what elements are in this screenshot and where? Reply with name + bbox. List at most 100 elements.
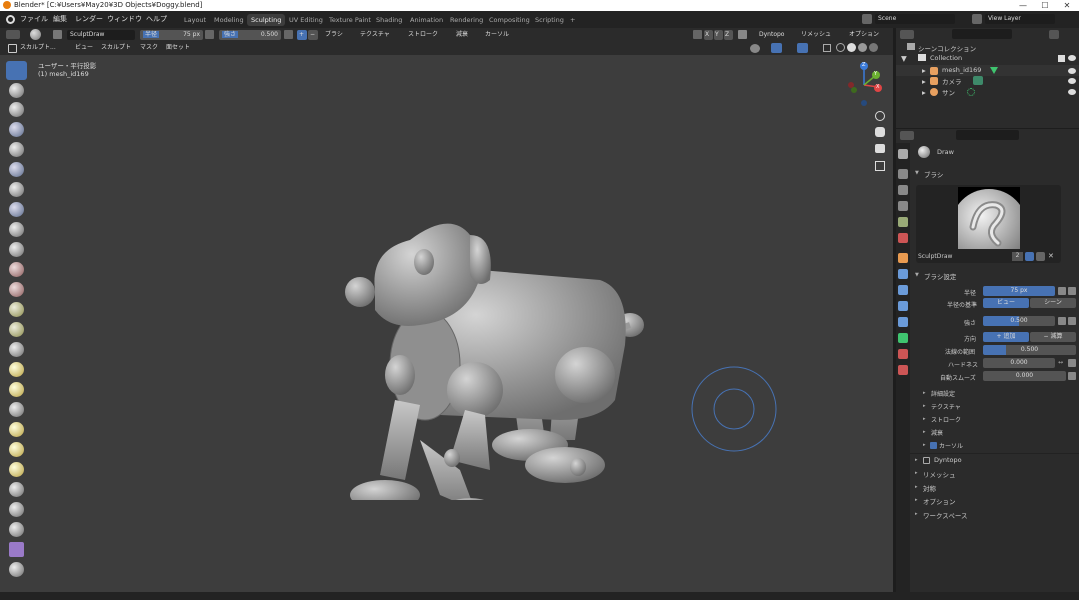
radius-unit-view-button[interactable]: ビュー <box>983 298 1029 308</box>
collection-checkbox[interactable] <box>1058 55 1065 62</box>
data-tab-icon[interactable] <box>898 333 908 343</box>
menu-window[interactable]: ウィンドウ <box>107 14 142 24</box>
camera-view-icon[interactable] <box>875 144 885 153</box>
dyntopo-menu[interactable]: Dyntopo <box>756 30 787 40</box>
menu-file[interactable]: ファイル <box>20 14 48 24</box>
dyntopo-toggle[interactable]: ▸ <box>915 457 918 463</box>
workspace-toggle[interactable]: ▸ <box>915 511 918 517</box>
object-name-camera[interactable]: カメラ <box>942 76 962 86</box>
cursor-toggle[interactable]: ▸ <box>923 442 926 448</box>
strength-pressure-toggle-icon[interactable] <box>1058 317 1066 325</box>
texture-tab-icon[interactable] <box>898 365 908 375</box>
stroke-section[interactable]: ストローク <box>931 415 961 424</box>
minimize-button[interactable]: — <box>1013 0 1033 11</box>
fill-tool-icon[interactable] <box>9 242 24 257</box>
texture-section[interactable]: テクスチャ <box>931 402 961 411</box>
snake-hook-tool-icon[interactable] <box>9 362 24 377</box>
camera-eye-icon[interactable] <box>1068 78 1076 84</box>
menu-edit[interactable]: 編集 <box>53 14 67 24</box>
stroke-toggle[interactable]: ▸ <box>923 416 926 422</box>
view-menu[interactable]: ビュー <box>72 43 96 53</box>
scene-name-field[interactable]: Scene <box>875 14 955 24</box>
hardness-pressure-icon[interactable] <box>1068 359 1076 367</box>
add-workspace-button[interactable]: + <box>566 14 579 26</box>
tab-rendering[interactable]: Rendering <box>446 14 487 26</box>
collection-label[interactable]: Collection <box>930 54 962 62</box>
radius-pressure-icon[interactable] <box>205 30 214 39</box>
mesh-eye-icon[interactable] <box>1068 68 1076 74</box>
scrape-tool-icon[interactable] <box>9 262 24 277</box>
output-tab-icon[interactable] <box>898 185 908 195</box>
hardness-invert-icon[interactable]: ↔ <box>1058 359 1068 367</box>
menu-help[interactable]: ヘルプ <box>146 14 167 24</box>
elastic-deform-tool-icon[interactable] <box>9 342 24 357</box>
falloff-menu[interactable]: 減衰 <box>453 30 471 40</box>
outliner-search-input[interactable] <box>952 29 1012 39</box>
view-layer-field[interactable]: View Layer <box>985 14 1055 24</box>
material-shading-icon[interactable] <box>858 43 867 52</box>
brush-section-toggle[interactable]: ▼ <box>915 170 919 176</box>
symmetry-z-button[interactable]: Z <box>724 30 733 40</box>
solid-shading-icon[interactable] <box>847 43 856 52</box>
overlay-toggle-icon[interactable] <box>797 43 808 53</box>
brush-section-title[interactable]: ブラシ <box>924 169 943 179</box>
options-panel[interactable]: オプション <box>923 496 956 506</box>
strength-pressure-icon[interactable] <box>284 30 293 39</box>
visibility-icon[interactable] <box>750 44 760 53</box>
brush-menu[interactable]: ブラシ <box>322 30 346 40</box>
duplicate-brush-icon[interactable] <box>1036 252 1045 261</box>
advanced-section[interactable]: 詳細設定 <box>931 389 955 398</box>
material-tab-icon[interactable] <box>898 349 908 359</box>
modifier-tab-icon[interactable] <box>898 269 908 279</box>
xray-toggle-icon[interactable] <box>823 44 831 52</box>
mask-tool-icon[interactable] <box>9 542 24 557</box>
constraints-tab-icon[interactable] <box>898 317 908 327</box>
layer-tool-icon[interactable] <box>9 122 24 137</box>
unlink-brush-icon[interactable]: ✕ <box>1048 252 1054 260</box>
render-tab-icon[interactable] <box>898 169 908 179</box>
tab-texture-paint[interactable]: Texture Paint <box>325 14 375 26</box>
sun-eye-icon[interactable] <box>1068 89 1076 95</box>
simplify-tool-icon[interactable] <box>9 522 24 537</box>
face-sets-menu[interactable]: 面セット <box>163 43 193 53</box>
crease-tool-icon[interactable] <box>9 182 24 197</box>
collection-expand-icon[interactable]: ▼ <box>901 54 907 63</box>
thumb-tool-icon[interactable] <box>9 382 24 397</box>
fake-user-icon[interactable] <box>1025 252 1034 261</box>
brush-settings-title[interactable]: ブラシ設定 <box>924 271 956 281</box>
lock-icon[interactable] <box>738 30 747 39</box>
options-menu[interactable]: オプション <box>846 30 882 40</box>
remesh-toggle[interactable]: ▸ <box>915 470 918 476</box>
particles-tab-icon[interactable] <box>898 285 908 295</box>
strength-field[interactable]: 強さ 0.500 <box>219 30 281 40</box>
boundary-tool-icon[interactable] <box>9 482 24 497</box>
brush-preview-icon[interactable] <box>30 29 41 40</box>
remesh-panel[interactable]: リメッシュ <box>923 469 956 479</box>
cursor-section[interactable]: カーソル <box>939 441 963 450</box>
scene-icon[interactable] <box>862 14 872 24</box>
nudge-tool-icon[interactable] <box>9 422 24 437</box>
symmetry-x-button[interactable]: X <box>704 30 713 40</box>
outliner-editor-icon[interactable] <box>900 30 914 39</box>
radius-pressure-toggle-icon[interactable] <box>1058 287 1066 295</box>
strength-lock-icon[interactable] <box>1068 317 1076 325</box>
flatten-tool-icon[interactable] <box>9 222 24 237</box>
texture-toggle[interactable]: ▸ <box>923 403 926 409</box>
grab-tool-icon[interactable] <box>9 322 24 337</box>
slide-relax-tool-icon[interactable] <box>9 462 24 477</box>
cloth-tool-icon[interactable] <box>9 502 24 517</box>
brush-users-count[interactable]: 2 <box>1012 252 1023 261</box>
symmetry-icon[interactable] <box>693 30 702 39</box>
filter-icon[interactable] <box>1049 30 1059 39</box>
gizmo-toggle-icon[interactable] <box>771 43 782 53</box>
direction-subtract-button[interactable]: − 減算 <box>1030 332 1076 342</box>
rotate-tool-icon[interactable] <box>9 442 24 457</box>
normal-radius-field[interactable]: 0.500 <box>983 345 1076 355</box>
object-tab-icon[interactable] <box>898 253 908 263</box>
brush-browse-icon[interactable] <box>53 30 62 39</box>
view-layer-tab-icon[interactable] <box>898 201 908 211</box>
brush-name-label[interactable]: SculptDraw <box>918 253 952 260</box>
falloff-section[interactable]: 減衰 <box>931 428 943 437</box>
tab-scripting[interactable]: Scripting <box>531 14 568 26</box>
cursor-checkbox[interactable] <box>930 442 937 449</box>
